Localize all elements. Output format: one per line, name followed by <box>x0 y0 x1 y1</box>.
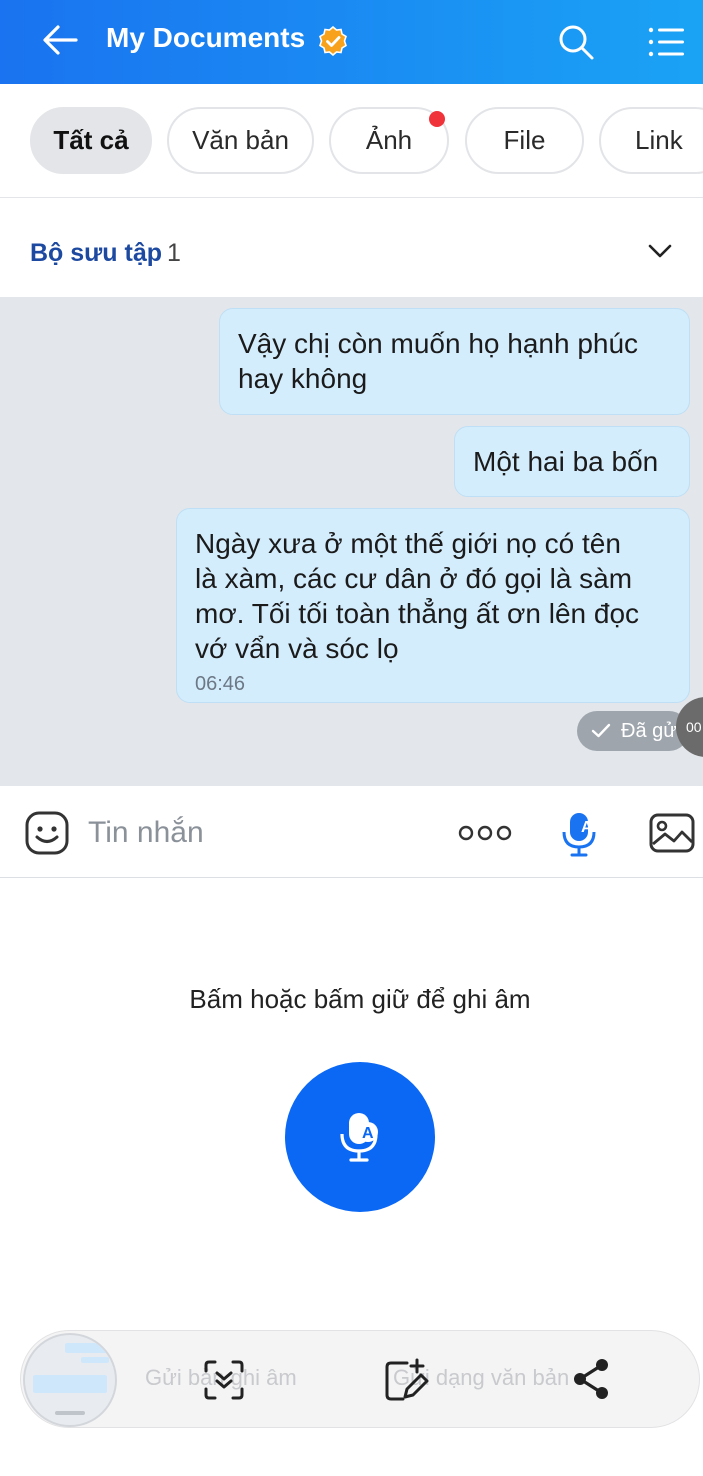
message-bubble[interactable]: Một hai ba bốn <box>454 426 690 497</box>
message-line: Ngày xưa ở một thế giới nọ có tên <box>195 528 621 559</box>
back-arrow-icon[interactable] <box>38 20 82 60</box>
filter-chip-text[interactable]: Văn bản <box>167 107 314 174</box>
edit-annotate-icon[interactable] <box>383 1357 429 1403</box>
collection-label: Bộ sưu tập <box>30 239 162 267</box>
mic-icon: A <box>340 1113 378 1162</box>
screenshot-toolbar: Gửi bản ghi âm Gửi dạng văn bản <box>20 1330 700 1428</box>
more-options-icon[interactable] <box>458 824 512 842</box>
message-line: là xàm, các cư dân ở đó gọi là sàm <box>195 563 633 594</box>
chat-area[interactable]: Vậy chị còn muốn họ hạnh phúc hay không … <box>0 297 703 786</box>
collection-row[interactable]: Bộ sưu tập 1 <box>0 199 703 297</box>
record-button[interactable]: A <box>285 1062 435 1212</box>
notification-dot <box>429 111 445 127</box>
message-line: Vậy chị còn muốn họ hạnh phúc <box>238 328 639 359</box>
share-icon[interactable] <box>571 1357 611 1401</box>
image-gallery-icon[interactable] <box>648 812 696 854</box>
message-line: vớ vẩn và sóc lọ <box>195 633 399 664</box>
filter-chip-label: File <box>503 125 546 155</box>
filter-chip-label: Ảnh <box>365 125 413 155</box>
page-title: My Documents <box>106 22 306 53</box>
message-line: hay không <box>238 363 368 394</box>
message-line: Một hai ba bốn <box>473 446 659 477</box>
chevron-down-icon[interactable] <box>646 239 674 263</box>
verified-badge-icon <box>319 26 347 56</box>
filter-chip-file[interactable]: File <box>465 107 584 174</box>
filter-chip-label: Văn bản <box>192 125 289 155</box>
voice-to-text-mic-icon[interactable]: A <box>560 810 600 858</box>
record-hint: Bấm hoặc bấm giữ để ghi âm <box>189 984 531 1014</box>
message-input[interactable]: Tin nhắn <box>88 816 204 850</box>
message-bubble[interactable]: Ngày xưa ở một thế giới nọ có tên là xàm… <box>176 508 690 703</box>
filter-chips-bar: Tất cả Văn bản Ảnh File Link <box>0 84 703 198</box>
sticker-emoji-icon[interactable] <box>24 810 70 856</box>
app-header: My Documents <box>0 0 703 84</box>
floating-assistive-button[interactable]: 00 <box>676 697 703 757</box>
search-icon[interactable] <box>556 22 596 62</box>
check-icon <box>591 723 611 738</box>
message-line: mơ. Tối tối toàn thẳng ất ơn lên đọc <box>195 598 640 629</box>
filter-chip-all[interactable]: Tất cả <box>30 107 152 174</box>
message-time: 06:46 <box>195 673 246 695</box>
list-menu-icon[interactable] <box>644 22 688 62</box>
collection-count: 1 <box>167 239 181 267</box>
filter-chip-label: Tất cả <box>53 125 129 155</box>
filter-chip-label: Link <box>635 125 683 155</box>
filter-chip-image[interactable]: Ảnh <box>329 107 449 174</box>
floating-badge-label: 00 <box>686 719 702 735</box>
filter-chip-link[interactable]: Link <box>599 107 703 174</box>
screenshot-thumbnail[interactable] <box>23 1333 117 1427</box>
sent-status-badge: Đã gửi <box>577 711 689 751</box>
message-input-bar: Tin nhắn A <box>0 786 703 878</box>
message-bubble[interactable]: Vậy chị còn muốn họ hạnh phúc hay không <box>219 308 690 415</box>
sent-status-label: Đã gửi <box>621 719 682 742</box>
svg-text:A: A <box>581 819 593 836</box>
scroll-capture-icon[interactable] <box>203 1359 245 1401</box>
svg-text:A: A <box>362 1125 374 1142</box>
